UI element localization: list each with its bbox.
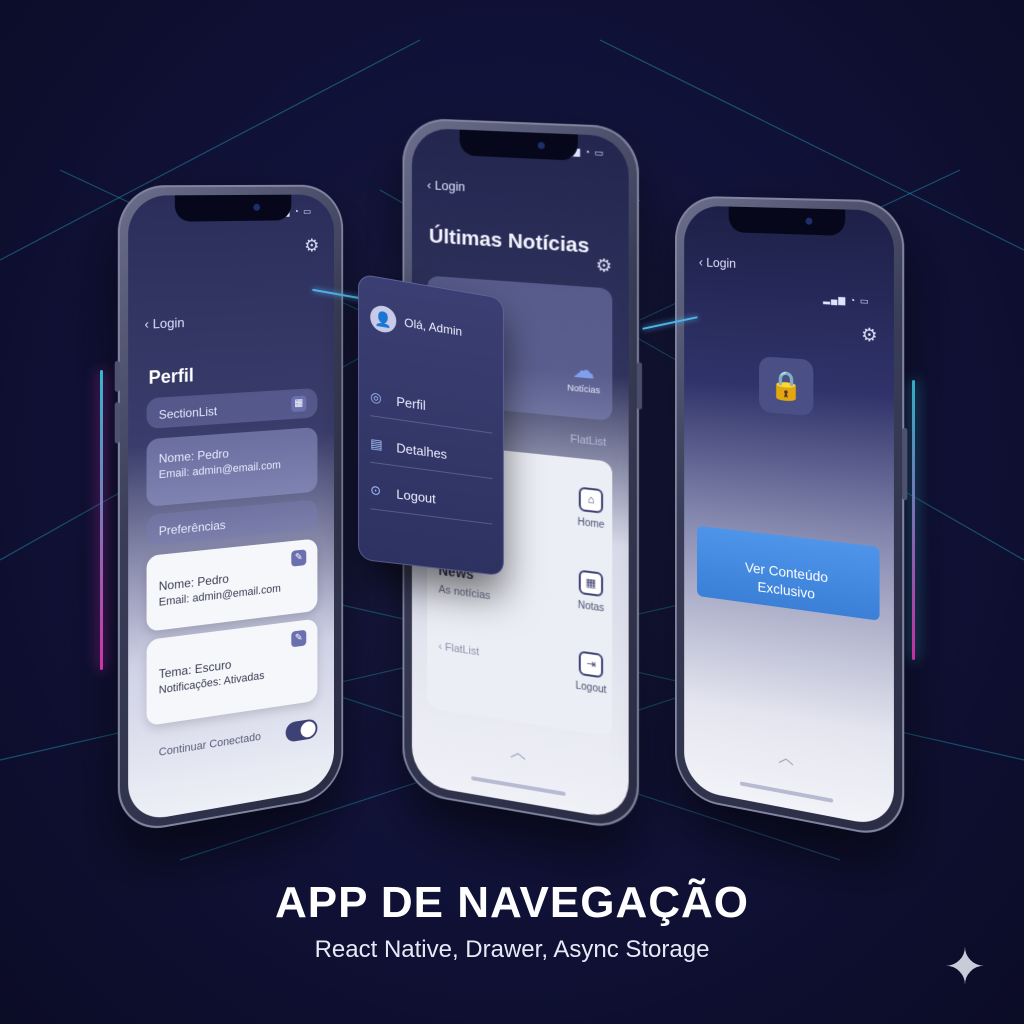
news-tile-label: Notícias (567, 382, 601, 396)
notch (728, 206, 846, 236)
side-button (636, 362, 643, 410)
home-indicator[interactable] (471, 776, 566, 797)
cloud-icon: ☁ (572, 356, 595, 384)
details-icon: ▤ (370, 435, 383, 453)
notch (459, 129, 578, 161)
logout-icon: ⇥ (578, 650, 604, 679)
notes-icon: ▦ (578, 569, 604, 598)
gear-icon[interactable]: ⚙ (596, 255, 612, 277)
preferences-row[interactable]: Preferências (146, 499, 318, 546)
logout-icon: ⊙ (370, 481, 382, 499)
page-title: Últimas Notícias (428, 224, 590, 258)
neon-glow-right (912, 380, 915, 660)
back-label: Login (706, 254, 737, 271)
section-list-header: SectionList ▦ (146, 387, 318, 430)
camera-dot (805, 217, 813, 225)
page-title: Perfil (148, 365, 194, 388)
user-card[interactable]: ✎ Nome: Pedro Email: admin@email.com (146, 538, 318, 632)
profile-card[interactable]: Nome: Pedro Email: admin@email.com (146, 427, 318, 507)
gear-icon[interactable]: ⚙ (304, 236, 319, 257)
drawer-item-logout[interactable]: ⊙ Logout (370, 481, 493, 525)
drawer-item-detalhes[interactable]: ▤ Detalhes (370, 435, 493, 480)
drawer-header: 👤 Olá, Admin (370, 303, 463, 345)
tile-logout[interactable]: ⇥ Logout (566, 649, 617, 698)
phone-right: ▂▄▆ ◔ ▭ ‹ Login ⚙ 🔒 Ver Conteúdo Exclusi… (675, 195, 908, 841)
sparkle-icon: ✦ (944, 939, 986, 995)
neon-glow-left (100, 370, 103, 670)
section-list-label: SectionList (158, 404, 218, 423)
tile-notes[interactable]: ▦ Notas (566, 568, 617, 616)
hero-title: APP DE NAVEGAÇÃO (274, 878, 749, 927)
exclusive-screen: ▂▄▆ ◔ ▭ ‹ Login ⚙ 🔒 Ver Conteúdo Exclusi… (684, 205, 894, 829)
back-button[interactable]: ‹ Login (427, 177, 465, 194)
back-button[interactable]: ‹ Login (699, 255, 736, 271)
home-indicator[interactable] (740, 781, 834, 803)
back-label: Login (152, 314, 185, 332)
view-exclusive-button[interactable]: Ver Conteúdo Exclusivo (697, 525, 880, 621)
hero-subtitle: React Native, Drawer, Async Storage (314, 936, 710, 963)
drawer-item-label: Detalhes (396, 439, 448, 462)
news-tile[interactable]: ☁ Notícias (567, 356, 601, 396)
tile-home[interactable]: ⌂ Home (566, 485, 617, 532)
gear-icon[interactable]: ⚙ (861, 324, 877, 346)
avatar-icon: 👤 (370, 303, 397, 335)
profile-icon: ◎ (370, 388, 382, 406)
notch (174, 194, 292, 222)
stay-connected-label: Continuar Conectado (158, 730, 261, 759)
grid-icon: ▦ (291, 395, 307, 413)
camera-dot (537, 141, 545, 150)
drawer-item-perfil[interactable]: ◎ Perfil (370, 388, 493, 434)
navigation-drawer: 👤 Olá, Admin ◎ Perfil ▤ Detalhes ⊙ Logou… (358, 273, 504, 577)
drawer-item-label: Perfil (396, 393, 426, 413)
home-icon: ⌂ (578, 486, 604, 514)
drawer-greeting: Olá, Admin (404, 315, 463, 339)
edit-icon[interactable]: ✎ (291, 549, 307, 567)
profile-screen: ▂▄▆ ◔ ▭ ⚙ ‹ Login Perfil SectionList ▦ N… (128, 194, 335, 824)
stay-connected-toggle[interactable] (285, 718, 318, 743)
chevron-up-icon[interactable]: ︿ (510, 737, 526, 764)
drawer-item-label: Logout (396, 485, 436, 506)
back-label: Login (434, 177, 466, 195)
flatlist-label: FlatList (570, 433, 607, 449)
preferences-label: Preferências (158, 517, 226, 539)
camera-dot (253, 203, 261, 211)
side-button (114, 360, 120, 392)
lock-icon: 🔒 (759, 356, 814, 417)
settings-card[interactable]: ✎ Tema: Escuro Notificações: Ativadas (146, 618, 318, 727)
status-bar-icons: ▂▄▆ ◔ ▭ (823, 293, 870, 307)
chevron-up-icon[interactable]: ︿ (778, 743, 794, 770)
side-button (902, 427, 908, 501)
side-button (114, 401, 120, 444)
phone-left: ▂▄▆ ◔ ▭ ⚙ ‹ Login Perfil SectionList ▦ N… (114, 184, 344, 836)
back-button[interactable]: ‹ Login (145, 315, 185, 332)
edit-icon[interactable]: ✎ (291, 629, 307, 648)
